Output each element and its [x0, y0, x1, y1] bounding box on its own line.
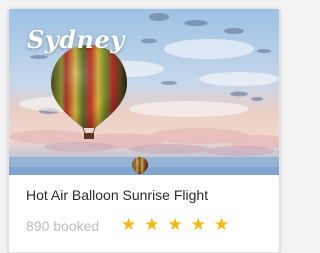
star-icon: ★ [144, 215, 160, 235]
experience-card[interactable]: Sydney Hot Air Balloon Sunrise Flight 89… [8, 8, 280, 253]
star-icon: ★ [190, 215, 206, 235]
booked-count: 890 booked [26, 218, 100, 234]
experience-title[interactable]: Hot Air Balloon Sunrise Flight [26, 187, 208, 203]
hero-photo: Sydney [9, 9, 279, 175]
star-icon: ★ [167, 215, 183, 235]
star-icon: ★ [121, 215, 137, 235]
star-icon: ★ [214, 215, 230, 235]
city-label: Sydney [27, 25, 125, 54]
star-rating: ★ ★ ★ ★ ★ [121, 215, 229, 235]
